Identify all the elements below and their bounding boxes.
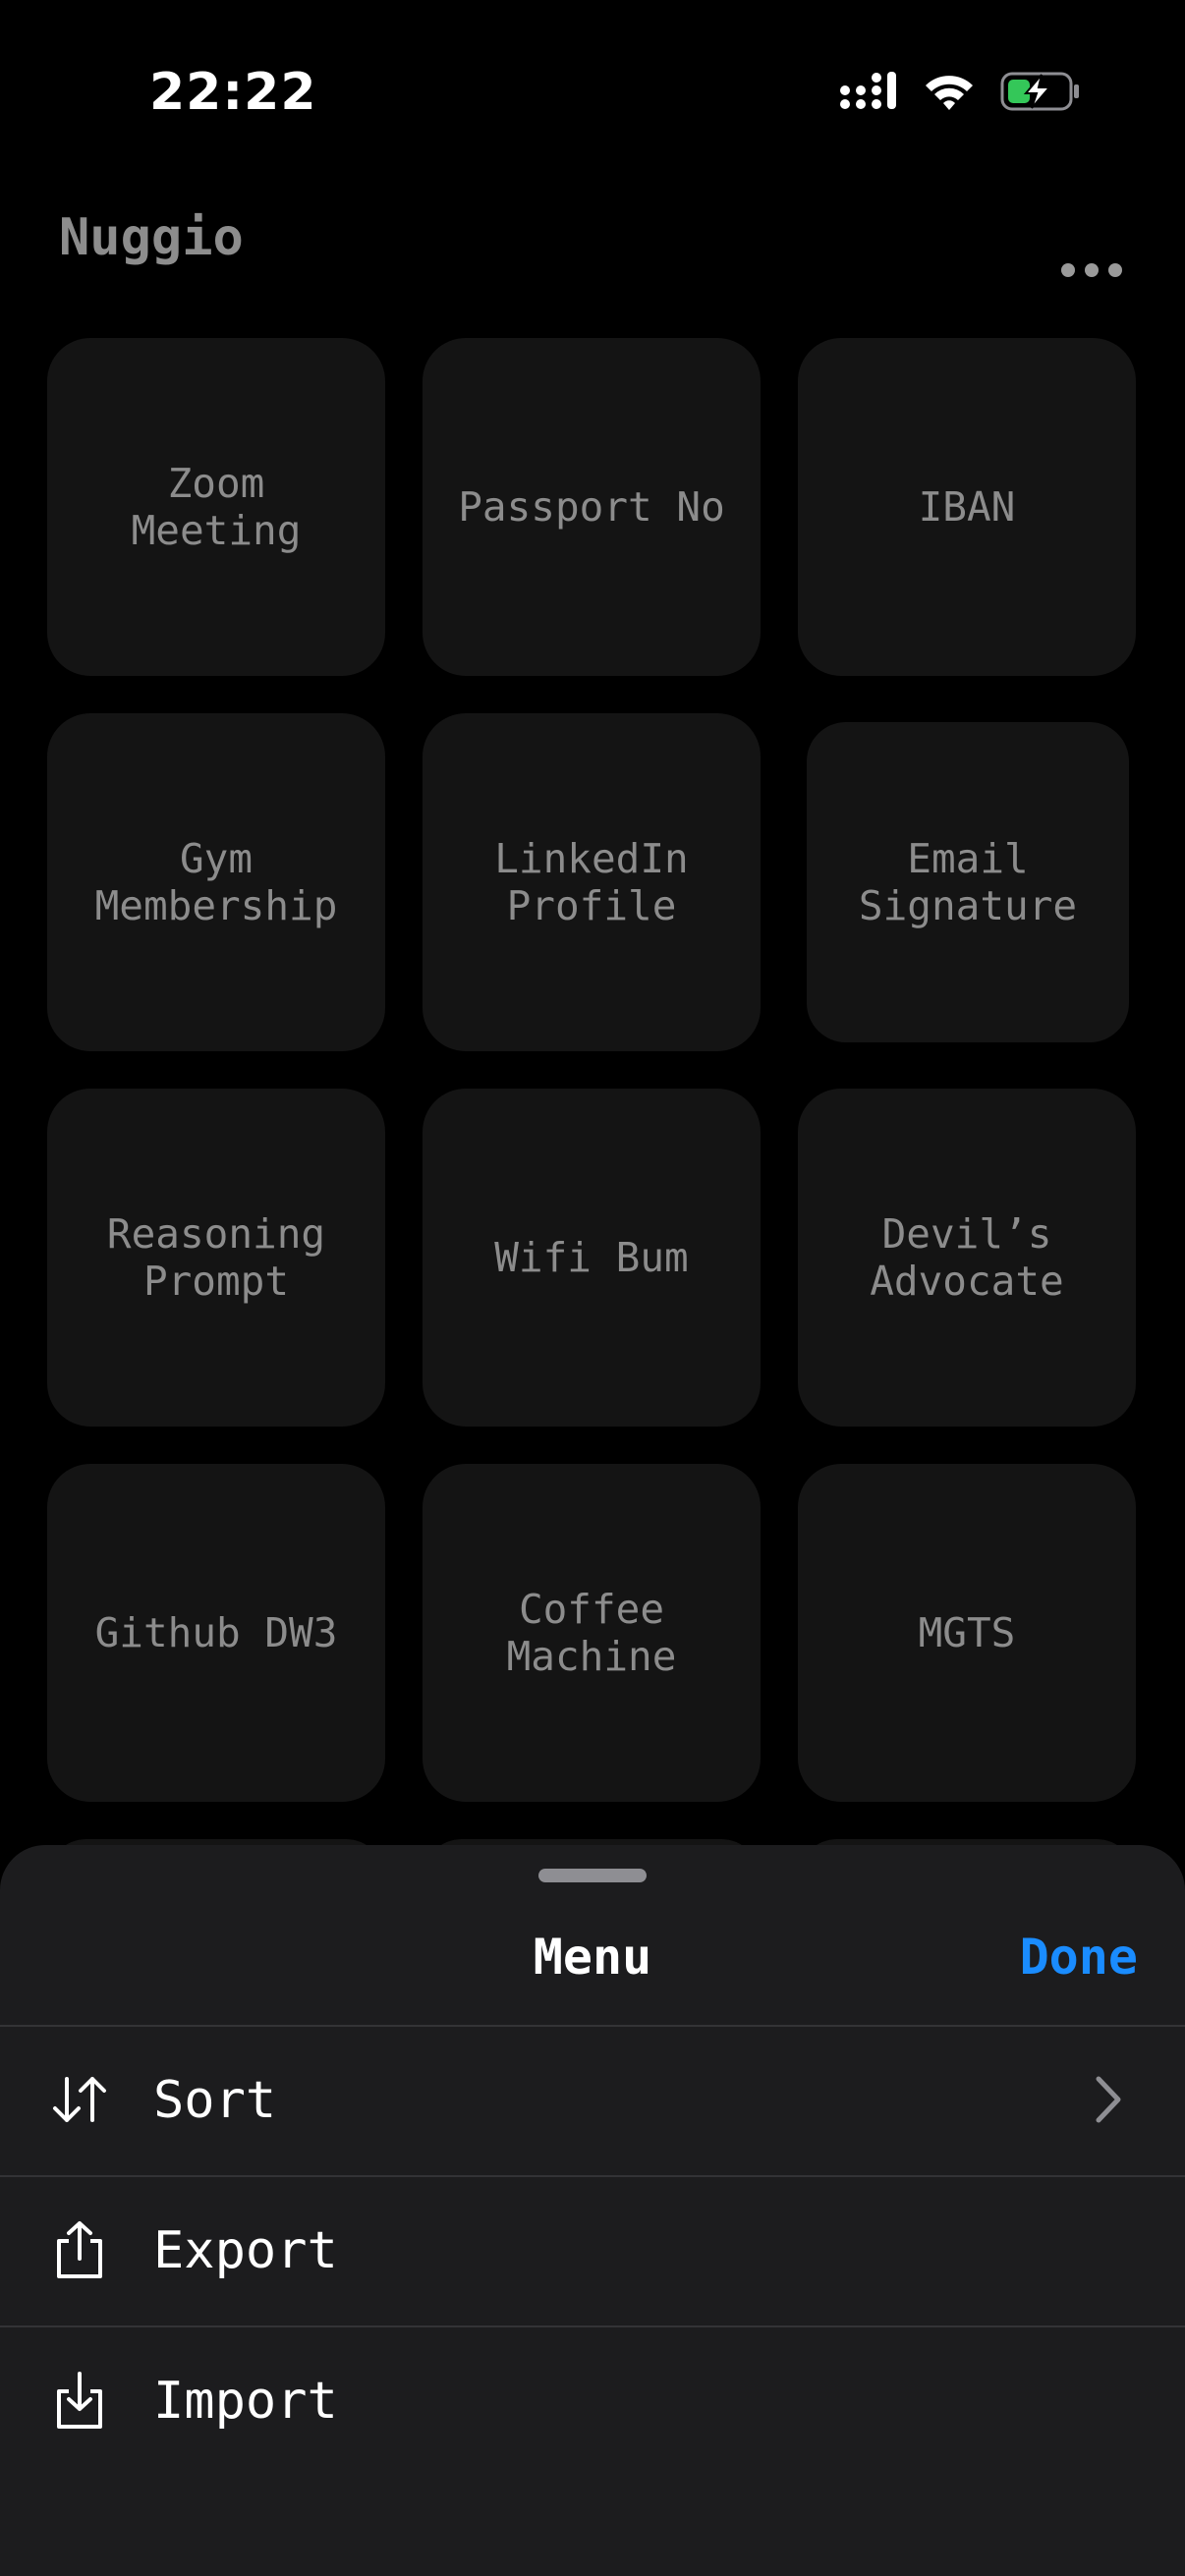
tile-wifi-bum[interactable]: Wifi Bum	[423, 1089, 761, 1427]
tile-label: Passport No	[458, 483, 725, 531]
menu-item-label: Sort	[153, 2071, 277, 2130]
tile-email-signature[interactable]: Email Signature	[807, 722, 1129, 1042]
tile-linkedin-profile[interactable]: LinkedIn Profile	[423, 713, 761, 1051]
tile-gym-membership[interactable]: Gym Membership	[47, 713, 385, 1051]
tile-label: Wifi Bum	[494, 1234, 689, 1281]
tile-devils-advocate[interactable]: Devil’s Advocate	[798, 1089, 1136, 1427]
tile-label: Email Signature	[858, 835, 1078, 929]
ellipsis-icon	[1061, 263, 1075, 277]
battery-charging-icon	[1000, 72, 1079, 111]
tile-label: Devil’s Advocate	[870, 1210, 1064, 1305]
status-time: 22:22	[149, 63, 317, 122]
status-icons	[839, 71, 1081, 112]
tile-label: Coffee Machine	[506, 1586, 677, 1680]
tray-down-icon	[57, 2372, 102, 2429]
status-bar: 22:22	[0, 0, 1185, 187]
chevron-right-icon	[1096, 2076, 1121, 2123]
sheet-title: Menu	[533, 1929, 652, 1986]
sort-arrows-icon	[53, 2077, 106, 2122]
menu-item-label: Import	[153, 2372, 338, 2431]
tile-label: Reasoning Prompt	[106, 1210, 326, 1305]
menu-item-label: Export	[153, 2221, 338, 2280]
share-up-icon	[57, 2221, 102, 2278]
tile-mgts[interactable]: MGTS	[798, 1464, 1136, 1802]
tile-coffee-machine[interactable]: Coffee Machine	[423, 1464, 761, 1802]
tile-label: Gym Membership	[94, 835, 338, 929]
tile-reasoning-prompt[interactable]: Reasoning Prompt	[47, 1089, 385, 1427]
more-options-button[interactable]	[1061, 257, 1122, 283]
tile-passport-no[interactable]: Passport No	[423, 338, 761, 676]
done-button[interactable]: Done	[1020, 1929, 1138, 1986]
menu-item-export[interactable]: Export	[0, 2176, 1185, 2324]
tile-label: IBAN	[918, 483, 1016, 531]
tile-label: Zoom Meeting	[131, 460, 302, 554]
tile-iban[interactable]: IBAN	[798, 338, 1136, 676]
menu-item-sort[interactable]: Sort	[0, 2026, 1185, 2173]
sheet-grabber[interactable]	[538, 1869, 647, 1882]
app-title: Nuggio	[59, 208, 244, 267]
ellipsis-dot	[1085, 263, 1099, 277]
tile-label: MGTS	[918, 1609, 1016, 1656]
tile-label: LinkedIn Profile	[494, 835, 689, 929]
tile-github-dw3[interactable]: Github DW3	[47, 1464, 385, 1802]
tile-label: Github DW3	[94, 1609, 338, 1656]
ellipsis-dot	[1108, 263, 1122, 277]
tile-zoom-meeting[interactable]: Zoom Meeting	[47, 338, 385, 676]
menu-item-import[interactable]: Import	[0, 2326, 1185, 2474]
menu-sheet: Menu Done Sort Export Import	[0, 1845, 1185, 2576]
cellular-signal-icon	[840, 72, 896, 109]
wifi-icon	[926, 76, 973, 110]
